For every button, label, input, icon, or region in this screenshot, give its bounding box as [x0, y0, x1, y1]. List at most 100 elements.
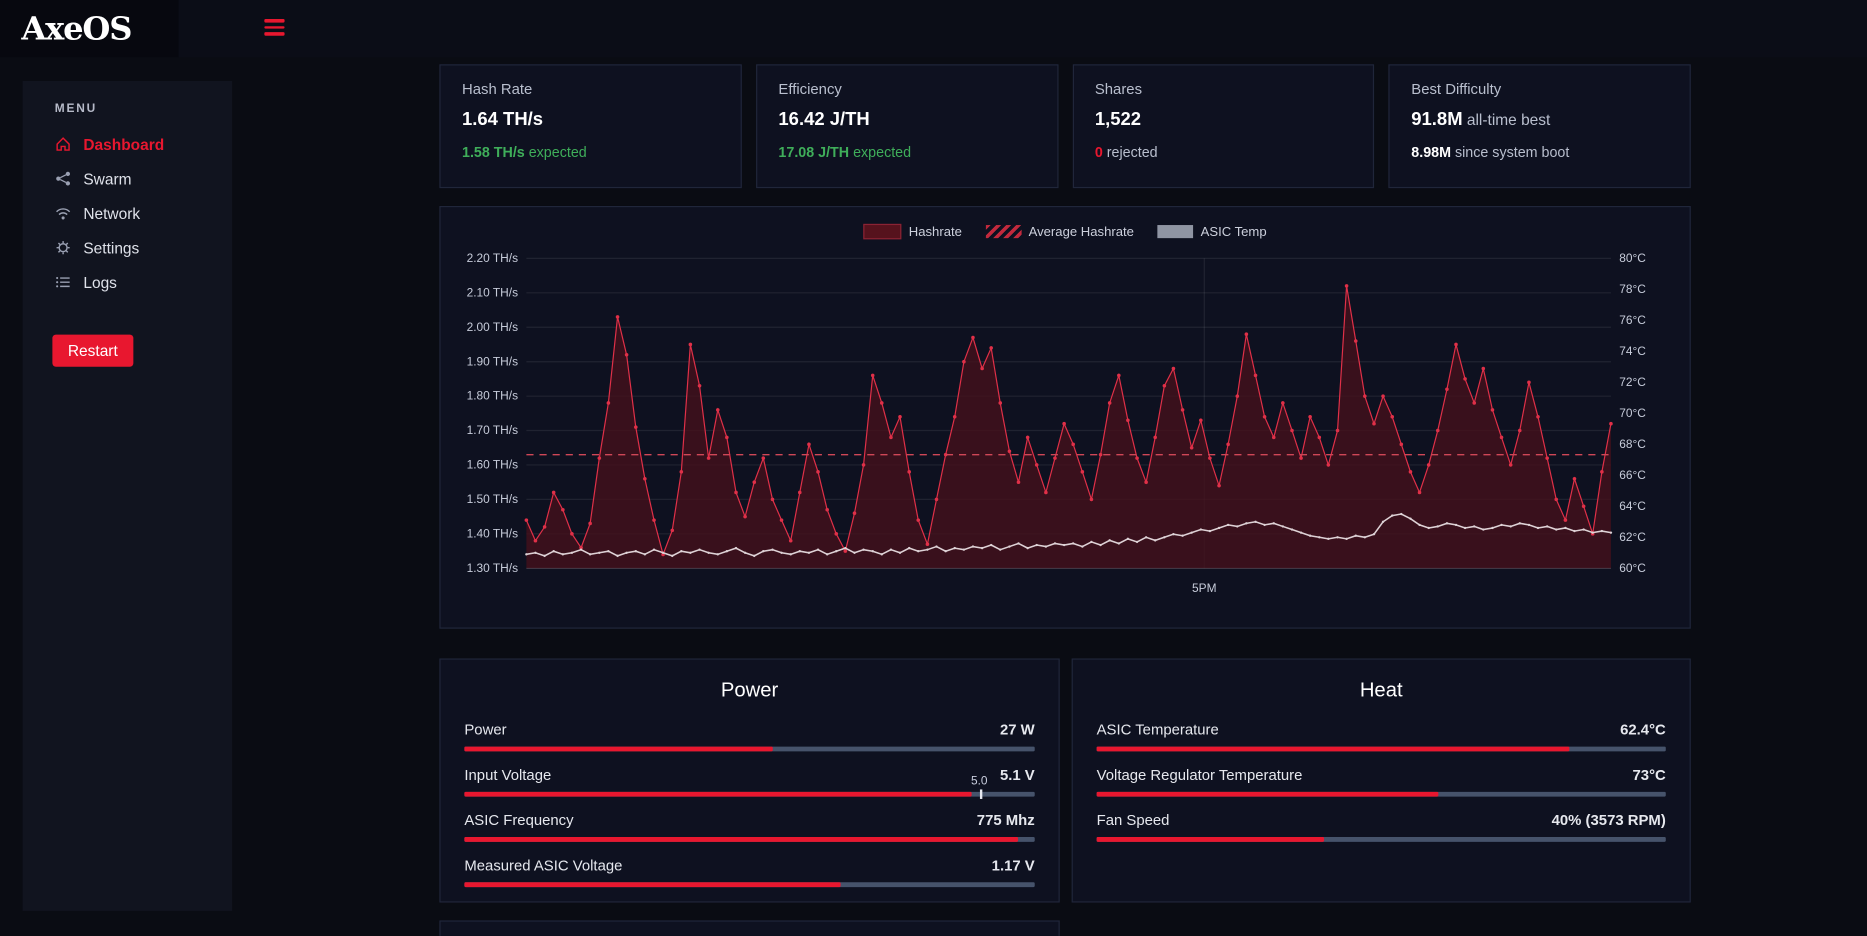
svg-text:70°C: 70°C [1619, 406, 1646, 420]
meter-head: Measured ASIC Voltage 1.17 V [464, 857, 1034, 874]
heat-panel-title: Heat [1097, 679, 1666, 703]
meter-fill [464, 882, 840, 887]
legend-label: Average Hashrate [1029, 224, 1134, 238]
sidebar-item-label: Swarm [83, 170, 131, 188]
stat-value: 16.42 J/TH [778, 110, 1035, 131]
meter-row-voltage-regulator-temperature: Voltage Regulator Temperature73°C [1097, 767, 1666, 797]
meter-label: ASIC Frequency [464, 812, 573, 829]
partial-card [439, 920, 1059, 935]
svg-text:60°C: 60°C [1619, 561, 1646, 575]
meter-bar [464, 882, 1034, 887]
meter-label: Power [464, 722, 506, 739]
app-logo: AxeOS [21, 10, 131, 47]
legend-item-asic-temp[interactable]: ASIC Temp [1158, 224, 1267, 239]
stat-subtext: 0 rejected [1095, 144, 1352, 161]
app-root: AxeOS MENU Dashboard Swarm Network Settings… [0, 0, 1867, 936]
meter-row-fan-speed: Fan Speed40% (3573 RPM) [1097, 812, 1666, 842]
stat-label: Best Difficulty [1411, 81, 1668, 98]
meter-bar: 5.0 [464, 792, 1034, 797]
meter-value: 5.1 V [1000, 767, 1035, 784]
svg-text:2.20 TH/s: 2.20 TH/s [467, 251, 518, 265]
meter-head: ASIC Frequency 775 Mhz [464, 812, 1034, 829]
legend-item-hashrate[interactable]: Hashrate [864, 224, 962, 239]
meter-bar [1097, 837, 1666, 842]
svg-text:62°C: 62°C [1619, 530, 1646, 544]
sidebar-item-settings[interactable]: Settings [55, 238, 216, 257]
menu-toggle-button[interactable] [264, 19, 284, 39]
svg-text:1.30 TH/s: 1.30 TH/s [467, 561, 518, 575]
temp-swatch-icon [1158, 225, 1194, 238]
stat-card-shares: Shares1,5220 rejected [1072, 64, 1374, 188]
meter-bar [464, 837, 1034, 842]
svg-text:72°C: 72°C [1619, 375, 1646, 389]
svg-text:1.50 TH/s: 1.50 TH/s [467, 492, 518, 506]
meter-value: 1.17 V [992, 857, 1035, 874]
svg-text:68°C: 68°C [1619, 437, 1646, 451]
hashrate-chart-card: Hashrate Average Hashrate ASIC Temp 2.20 T… [439, 206, 1690, 629]
svg-text:1.40 TH/s: 1.40 TH/s [467, 526, 518, 540]
svg-text:1.60 TH/s: 1.60 TH/s [467, 458, 518, 472]
meter-fill [464, 747, 772, 752]
meter-fill [464, 792, 972, 797]
power-panel-rows: Power 27 W Input Voltage 5.1 V 5.0 ASIC Frequ… [464, 722, 1034, 888]
meter-value: 62.4°C [1620, 722, 1666, 739]
sidebar-item-swarm[interactable]: Swarm [55, 169, 216, 188]
svg-text:2.00 TH/s: 2.00 TH/s [467, 320, 518, 334]
hamburger-icon [264, 32, 284, 35]
sidebar-item-label: Network [83, 204, 140, 222]
stat-subtext: 1.58 TH/s expected [462, 144, 719, 161]
meter-label: Measured ASIC Voltage [464, 857, 622, 874]
power-panel: Power Power 27 W Input Voltage 5.1 V 5.0 ASIC… [439, 658, 1059, 902]
meter-label: Voltage Regulator Temperature [1097, 767, 1303, 784]
svg-text:5PM: 5PM [1192, 581, 1216, 595]
meter-value: 27 W [1000, 722, 1035, 739]
stat-value: 1,522 [1095, 110, 1352, 131]
share-icon [55, 170, 72, 187]
svg-text:1.90 TH/s: 1.90 TH/s [467, 354, 518, 368]
gear-icon [55, 239, 72, 256]
logo-block: AxeOS [0, 0, 179, 57]
meter-row-asic-frequency: ASIC Frequency 775 Mhz [464, 812, 1034, 842]
list-icon [55, 274, 72, 291]
sidebar-item-dashboard[interactable]: Dashboard [55, 135, 216, 154]
average-swatch-icon [986, 225, 1022, 238]
stats-row: Hash Rate1.64 TH/s1.58 TH/s expectedEffi… [439, 64, 1690, 188]
hamburger-icon [264, 26, 284, 29]
sidebar-item-network[interactable]: Network [55, 204, 216, 223]
sidebar-item-logs[interactable]: Logs [55, 273, 216, 292]
restart-button[interactable]: Restart [52, 335, 133, 367]
svg-text:2.10 TH/s: 2.10 TH/s [467, 285, 518, 299]
stat-card-best-difficulty: Best Difficulty91.8M all-time best8.98M … [1389, 64, 1691, 188]
meter-label: Input Voltage [464, 767, 551, 784]
hashrate-chart-svg: 2.20 TH/s2.10 TH/s2.00 TH/s1.90 TH/s1.80… [457, 246, 1673, 601]
svg-text:76°C: 76°C [1619, 313, 1646, 327]
legend-label: Hashrate [909, 224, 962, 238]
sidebar-items: Dashboard Swarm Network Settings Logs [55, 135, 216, 292]
stat-label: Hash Rate [462, 81, 719, 98]
main-content: Hash Rate1.64 TH/s1.58 TH/s expectedEffi… [439, 64, 1690, 936]
panels-row: Power Power 27 W Input Voltage 5.1 V 5.0 ASIC… [439, 658, 1690, 902]
meter-fill [1097, 837, 1325, 842]
meter-head: ASIC Temperature62.4°C [1097, 722, 1666, 739]
legend-item-average-hashrate[interactable]: Average Hashrate [986, 224, 1134, 239]
sidebar-item-label: Dashboard [83, 135, 164, 153]
svg-text:1.70 TH/s: 1.70 TH/s [467, 423, 518, 437]
heat-panel-rows: ASIC Temperature62.4°C Voltage Regulator … [1097, 722, 1666, 842]
wifi-icon [55, 205, 72, 222]
meter-fill [1097, 747, 1569, 752]
meter-fill [1097, 792, 1438, 797]
hamburger-icon [264, 19, 284, 22]
chart-legend: Hashrate Average Hashrate ASIC Temp [457, 224, 1673, 239]
top-navbar: AxeOS [0, 0, 1867, 57]
meter-bar [1097, 747, 1666, 752]
hashrate-chart: 2.20 TH/s2.10 TH/s2.00 TH/s1.90 TH/s1.80… [457, 246, 1673, 601]
stat-subtext: 8.98M since system boot [1411, 144, 1668, 161]
sidebar-menu-label: MENU [55, 102, 216, 115]
sidebar-item-label: Logs [83, 273, 117, 291]
meter-value: 775 Mhz [977, 812, 1035, 829]
meter-row-measured-asic-voltage: Measured ASIC Voltage 1.17 V [464, 857, 1034, 887]
svg-text:74°C: 74°C [1619, 344, 1646, 358]
stat-subtext: 17.08 J/TH expected [778, 144, 1035, 161]
stat-label: Efficiency [778, 81, 1035, 98]
hashrate-swatch-icon [864, 224, 902, 239]
